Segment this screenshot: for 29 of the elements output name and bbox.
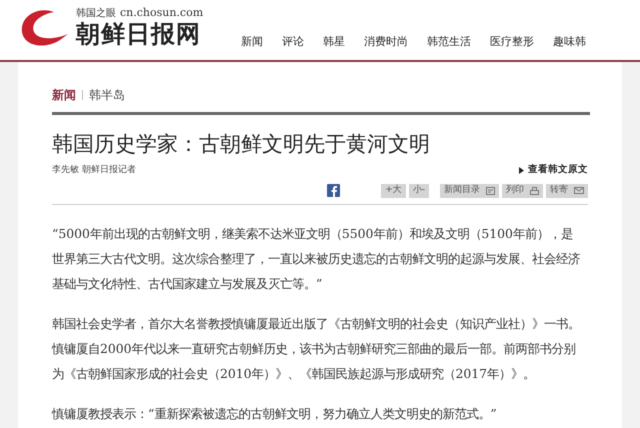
article-title: 韩国历史学家：古朝鲜文明先于黄河文明 bbox=[52, 131, 431, 158]
nav-link[interactable]: 消费时尚 bbox=[364, 34, 408, 50]
tool-button[interactable]: 转寄 bbox=[546, 184, 588, 198]
logo-domain: cn.chosun.com bbox=[120, 7, 204, 18]
breadcrumb-link[interactable]: 新闻 bbox=[52, 86, 76, 104]
article-paragraph: 慎镛厦教授表示：“重新探索被遗忘的古朝鲜文明，努力确立人类文明史的新范式。” bbox=[52, 404, 498, 422]
nav-link[interactable]: 趣味韩 bbox=[553, 34, 586, 50]
logo-name: 朝鲜日报网 bbox=[76, 19, 202, 49]
logo-tagline: 韩国之眼 bbox=[76, 9, 116, 19]
byline: 李先敏 朝鲜日报记者 bbox=[52, 164, 136, 177]
nav-link[interactable]: 韩星 bbox=[323, 34, 346, 50]
nav-link[interactable]: 医疗整形 bbox=[490, 34, 534, 50]
facebook-button[interactable] bbox=[327, 184, 340, 197]
facebook-icon bbox=[330, 186, 337, 197]
tool-button[interactable]: +大 bbox=[381, 184, 406, 198]
tool-button[interactable]: 列印 bbox=[502, 184, 543, 198]
tool-button[interactable]: 小- bbox=[408, 184, 429, 198]
triangle-icon bbox=[519, 166, 524, 174]
article-paragraph: 韩国社会史学者，首尔大名誉教授慎镛厦最近出版了《古朝鲜文明的社会史（知识产业社）》一书。慎镛厦自2000年代以来一直研究古朝鲜历史，该书为古朝鲜研究三部曲的最后一部。前两部书分别为《古朝鲜国家形成的社会史（2010年）》、《韩国民族起源与形成研究（2017年）》。 bbox=[52, 314, 581, 382]
tool-button[interactable]: 新闻目录 bbox=[440, 184, 499, 198]
print-icon bbox=[530, 186, 539, 194]
document-icon bbox=[486, 186, 495, 194]
nav-link[interactable]: 新闻 bbox=[241, 34, 264, 50]
breadcrumb-link[interactable]: 韩半岛 bbox=[89, 86, 125, 104]
mail-icon bbox=[574, 187, 584, 194]
nav-link[interactable]: 评论 bbox=[282, 34, 304, 50]
original-link[interactable]: 查看韩文原文 bbox=[519, 163, 588, 178]
article-paragraph: “5000年前出现的古朝鲜文明，继美索不达米亚文明（5500年前）和埃及文明（5100年前），是世界第三大古代文明。这次综合整理了，一直以来被历史遗忘的古朝鲜文明的起源与发展、社会经济基础与文化特性、古代国家建立与发展及灭亡等。” bbox=[52, 224, 581, 292]
nav-link[interactable]: 韩范生活 bbox=[427, 34, 472, 50]
